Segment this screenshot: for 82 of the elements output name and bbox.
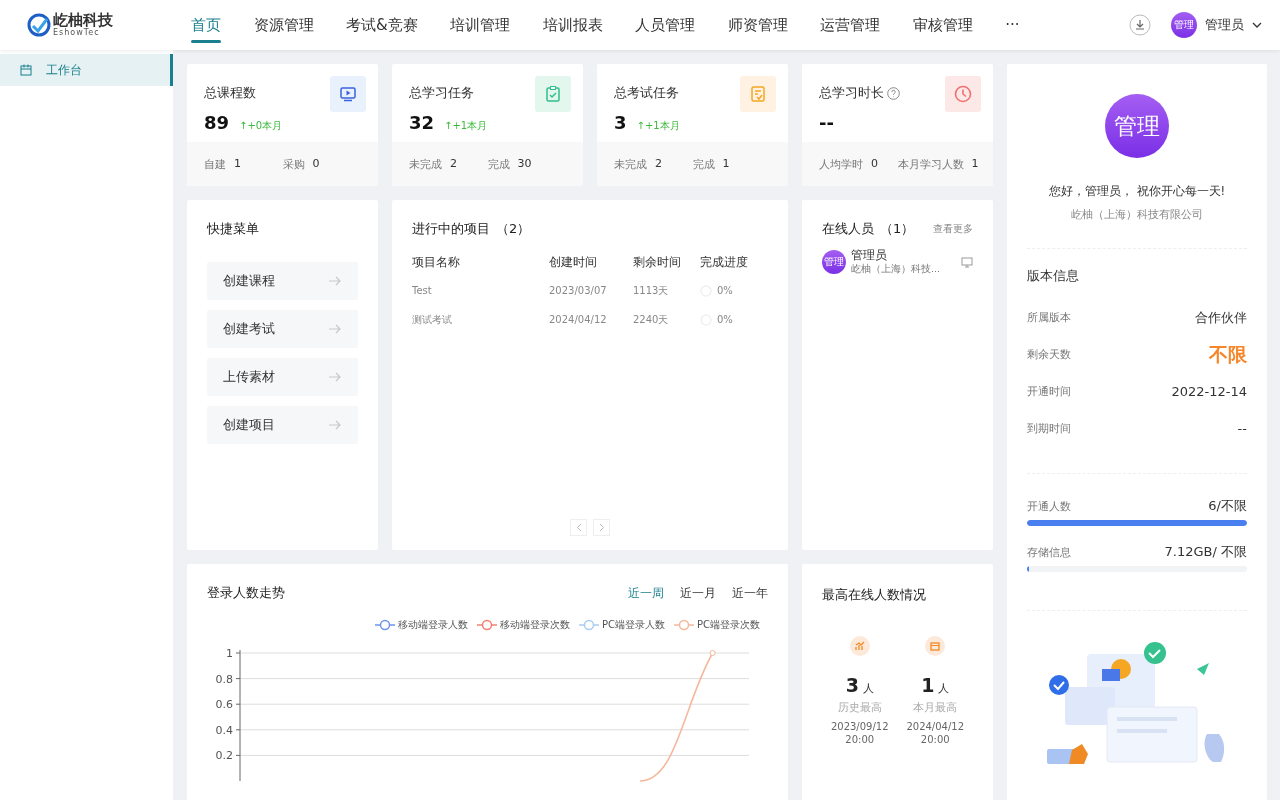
detail-label: 完成 xyxy=(692,156,715,172)
card-title: 在线人员 xyxy=(822,220,874,238)
peak-label: 历史最高 xyxy=(837,700,882,715)
peak-time: 20:00 xyxy=(920,734,950,745)
column-header: 剩余时间 xyxy=(633,254,682,271)
info-value: 合作伙伴 xyxy=(1195,308,1247,327)
info-label: 开通时间 xyxy=(1027,384,1071,399)
detail-value: 0 xyxy=(871,156,878,172)
axis-label: 0.6 xyxy=(215,698,233,712)
stat-delta: ↑+1本月 xyxy=(636,119,680,133)
peak-label: 本月最高 xyxy=(913,700,958,715)
detail-value: 30 xyxy=(517,156,532,172)
detail-label: 完成 xyxy=(487,156,510,172)
company-name: 屹柚（上海）科技有限公司 xyxy=(1071,207,1203,222)
axis-label: 1 xyxy=(226,647,233,660)
card-title: 最高在线人数情况 xyxy=(822,587,926,602)
peak-value: 1 xyxy=(921,674,935,696)
section-title: 版本信息 xyxy=(1027,267,1080,285)
logo-subtitle: EshowTec xyxy=(53,29,101,37)
info-label: 所属版本 xyxy=(1027,310,1071,325)
detail-label: 未完成 xyxy=(614,156,647,172)
stat-delta: ↑+1本月 xyxy=(444,119,488,133)
detail-label: 未完成 xyxy=(409,156,442,172)
user-name: 管理员 xyxy=(851,248,888,263)
detail-value: 1 xyxy=(722,156,730,172)
table-cell-text: 2024/04/12 xyxy=(549,313,608,327)
peak-time: 20:00 xyxy=(845,734,875,745)
stat-title: 总课程数 xyxy=(204,84,256,102)
card-title: 进行中的项目 xyxy=(412,220,490,238)
info-label: 到期时间 xyxy=(1027,421,1071,436)
detail-label: 采购 xyxy=(282,156,305,172)
stat-value: 3 xyxy=(614,112,627,133)
stat-title: 总考试任务 xyxy=(614,84,679,102)
peak-unit: 人 xyxy=(938,681,950,696)
progress-text: 0% xyxy=(717,284,733,298)
detail-label: 本月学习人数 xyxy=(897,156,964,172)
stat-value: 32 xyxy=(409,112,435,133)
user-organization: 屹柚（上海）科技... xyxy=(851,263,942,276)
table-cell-text: 2240天 xyxy=(633,313,670,327)
table-cell-text: 测试考试 xyxy=(412,313,453,327)
online-count: （1） xyxy=(880,220,915,238)
column-header: 项目名称 xyxy=(412,254,461,271)
quota-value: 6/不限 xyxy=(1208,497,1247,515)
detail-value: 1 xyxy=(234,156,241,172)
detail-label: 自建 xyxy=(204,156,226,172)
info-value: 不限 xyxy=(1209,341,1247,367)
stat-value: -- xyxy=(819,112,834,133)
detail-label: 人均学时 xyxy=(819,156,863,172)
table-cell-text: 2023/03/07 xyxy=(549,284,608,298)
peak-date: 2023/09/12 xyxy=(830,721,889,732)
info-value: -- xyxy=(1237,421,1247,436)
stat-title: 总学习时长 xyxy=(819,84,884,102)
progress-text: 0% xyxy=(717,313,733,327)
column-header: 创建时间 xyxy=(549,254,598,271)
peak-date: 2024/04/12 xyxy=(906,721,965,732)
card-title: 登录人数走势 xyxy=(207,584,285,602)
detail-value: 0 xyxy=(312,156,320,172)
table-cell-text: 1113天 xyxy=(633,284,670,298)
greeting-text: 您好，管理员， 祝你开心每一天! xyxy=(1048,184,1226,199)
logo-name: 屹柚科技 xyxy=(53,13,113,28)
user-avatar: 管理 xyxy=(822,250,846,274)
quota-label: 存储信息 xyxy=(1027,544,1071,560)
project-count: （2） xyxy=(496,220,531,238)
detail-value: 2 xyxy=(655,156,662,172)
detail-value: 1 xyxy=(971,156,979,172)
quota-value: 7.12GB/ 不限 xyxy=(1164,543,1247,561)
table-cell-text: Test xyxy=(412,284,433,298)
profile-avatar: 管理 xyxy=(1105,94,1169,158)
stat-title: 总学习任务 xyxy=(409,84,474,102)
stat-value: 89 xyxy=(204,112,230,133)
info-label: 剩余天数 xyxy=(1027,347,1071,362)
axis-label: 0.4 xyxy=(215,723,233,737)
card-title: 快捷菜单 xyxy=(207,220,260,238)
axis-label: 0.8 xyxy=(215,672,233,686)
peak-value: 3 xyxy=(845,674,859,696)
detail-value: 2 xyxy=(450,156,457,172)
info-value: 2022-12-14 xyxy=(1171,384,1247,399)
column-header: 完成进度 xyxy=(700,254,749,271)
axis-label: 0.2 xyxy=(215,749,233,763)
stat-delta: ↑+0本月 xyxy=(239,119,283,133)
peak-unit: 人 xyxy=(862,681,874,696)
quota-label: 开通人数 xyxy=(1027,498,1071,514)
